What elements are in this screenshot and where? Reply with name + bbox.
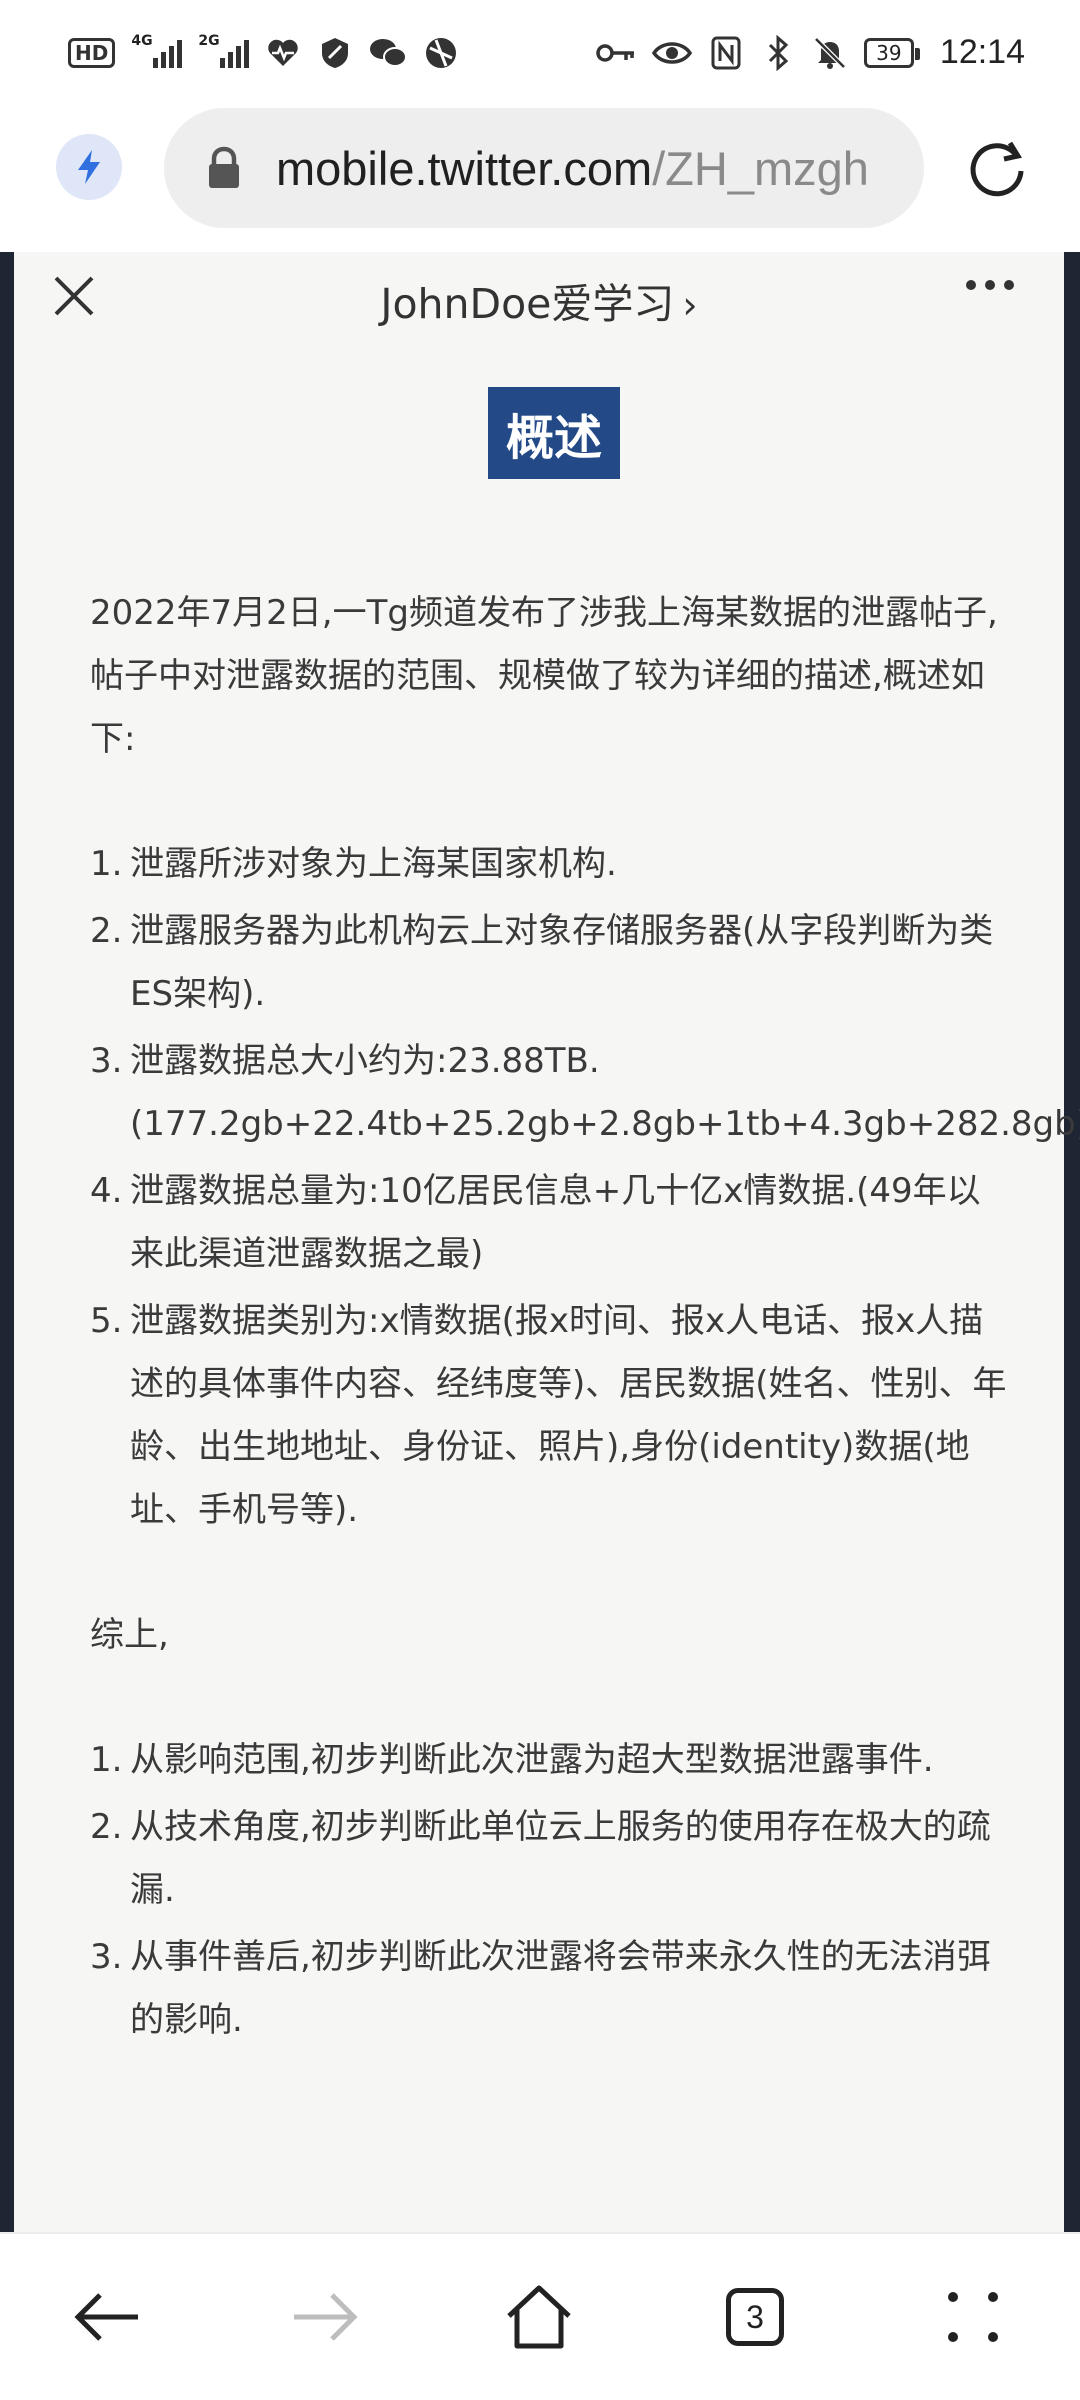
bottom-navigation: 3 xyxy=(0,2232,1080,2400)
findings-list: 1. 泄露所涉对象为上海某国家机构. 2. 泄露服务器为此机构云上对象存储服务器(从… xyxy=(90,833,1080,1542)
back-button[interactable] xyxy=(62,2272,152,2362)
intro-paragraph: 2022年7月2日,一Tg频道发布了涉我上海某数据的泄露帖子,帖子中对泄露数据的… xyxy=(90,593,998,759)
signal-4g-icon: 4G xyxy=(131,33,183,68)
clock: 12:14 xyxy=(939,33,1025,71)
list-text: 泄露所涉对象为上海某国家机构. xyxy=(130,844,617,884)
tab-count-badge: 3 xyxy=(726,2288,784,2346)
list-item: 3. 泄露数据总大小约为:23.88TB.(177.2gb+22.4tb+25.2… xyxy=(90,1030,1080,1156)
key-icon xyxy=(596,33,636,73)
forward-arrow-icon xyxy=(294,2293,358,2341)
article-body: 2022年7月2日,一Tg频道发布了涉我上海某数据的泄露帖子,帖子中对泄露数据的… xyxy=(90,582,1080,2052)
list-item: 5. 泄露数据类别为:x情数据(报x时间、报x人电话、报x人描述的具体事件内容、经… xyxy=(90,1290,1010,1542)
status-left-icons: HD 4G 2G xyxy=(68,33,459,73)
signal-2g-label: 2G xyxy=(198,32,220,49)
list-text: 泄露服务器为此机构云上对象存储服务器(从字段判断为类ES架构). xyxy=(130,911,994,1014)
list-number: 1. xyxy=(90,1740,123,1780)
list-number: 3. xyxy=(90,1937,123,1977)
lightning-button[interactable] xyxy=(56,134,122,200)
bluetooth-icon xyxy=(760,33,796,73)
browser-icon xyxy=(423,33,459,73)
health-icon xyxy=(265,33,301,73)
list-item: 2. 泄露服务器为此机构云上对象存储服务器(从字段判断为类ES架构). xyxy=(90,900,1010,1026)
list-text: 从技术角度,初步判断此单位云上服务的使用存在极大的疏漏. xyxy=(130,1807,991,1910)
eye-icon xyxy=(651,33,692,73)
conclusions-list: 1. 从影响范围,初步判断此次泄露为超大型数据泄露事件. 2. 从技术角度,初步判断… xyxy=(90,1729,1010,2052)
wechat-icon xyxy=(369,33,408,73)
status-bar: HD 4G 2G 39 12:14 xyxy=(0,0,1080,105)
list-item: 1. 泄露所涉对象为上海某国家机构. xyxy=(90,833,1010,896)
mute-icon xyxy=(812,33,848,73)
list-text: 泄露数据类别为:x情数据(报x时间、报x人电话、报x人描述的具体事件内容、经纬度… xyxy=(130,1301,1007,1530)
status-right-icons: 39 12:14 xyxy=(596,33,1025,73)
summary-label: 综上, xyxy=(90,1615,169,1655)
signal-2g-icon: 2G xyxy=(198,33,250,68)
screen: HD 4G 2G 39 12:14 mobile.twitter.com /ZH… xyxy=(0,0,1080,2400)
list-number: 1. xyxy=(90,844,123,884)
url-path: /ZH_mzgh xyxy=(652,141,869,195)
list-number: 3. xyxy=(90,1041,123,1081)
more-options-icon[interactable] xyxy=(966,280,1014,290)
home-icon xyxy=(507,2285,571,2349)
list-text: 泄露数据总大小约为:23.88TB.(177.2gb+22.4tb+25.2gb… xyxy=(130,1041,1080,1144)
signal-4g-label: 4G xyxy=(131,32,153,49)
menu-dots-icon xyxy=(948,2292,998,2342)
reload-icon xyxy=(970,141,1024,197)
lock-icon xyxy=(209,146,239,188)
url-host: mobile.twitter.com xyxy=(276,141,653,195)
lightning-icon xyxy=(78,150,100,184)
list-number: 2. xyxy=(90,911,123,951)
list-number: 5. xyxy=(90,1301,123,1341)
shield-icon xyxy=(317,33,353,73)
nfc-icon xyxy=(708,33,744,73)
back-arrow-icon xyxy=(74,2293,138,2341)
list-text: 从影响范围,初步判断此次泄露为超大型数据泄露事件. xyxy=(130,1740,934,1780)
list-text: 泄露数据总量为:10亿居民信息+几十亿x情数据.(49年以来此渠道泄露数据之最) xyxy=(130,1171,981,1274)
list-item: 1. 从影响范围,初步判断此次泄露为超大型数据泄露事件. xyxy=(90,1729,1010,1792)
page-content: JohnDoe爱学习 › 概述 2022年7月2日,一Tg频道发布了涉我上海某数据… xyxy=(0,252,1080,2232)
list-number: 2. xyxy=(90,1807,123,1847)
address-bar[interactable]: mobile.twitter.com/ZH_mzgh xyxy=(164,108,924,228)
hd-icon: HD xyxy=(68,37,116,68)
article-image: JohnDoe爱学习 › 概述 2022年7月2日,一Tg频道发布了涉我上海某数据… xyxy=(14,252,1080,2232)
tabs-button[interactable]: 3 xyxy=(710,2272,800,2362)
browser-toolbar: mobile.twitter.com/ZH_mzgh xyxy=(0,105,1080,235)
battery-icon: 39 xyxy=(863,37,920,68)
forward-button[interactable] xyxy=(280,2272,370,2362)
post-header: JohnDoe爱学习 › xyxy=(14,252,1064,348)
home-button[interactable] xyxy=(494,2272,584,2362)
list-text: 从事件善后,初步判断此次泄露将会带来永久性的无法消弭的影响. xyxy=(130,1937,991,2040)
post-author-title[interactable]: JohnDoe爱学习 › xyxy=(14,270,1064,330)
list-number: 4. xyxy=(90,1171,123,1211)
list-item: 3. 从事件善后,初步判断此次泄露将会带来永久性的无法消弭的影响. xyxy=(90,1926,1010,2052)
menu-button[interactable] xyxy=(928,2272,1018,2362)
author-name: JohnDoe爱学习 xyxy=(380,280,675,328)
reload-button[interactable] xyxy=(964,135,1030,201)
section-badge: 概述 xyxy=(488,387,620,479)
list-item: 4. 泄露数据总量为:10亿居民信息+几十亿x情数据.(49年以来此渠道泄露数据之… xyxy=(90,1160,1010,1286)
chevron-right-icon: › xyxy=(682,283,698,327)
list-item: 2. 从技术角度,初步判断此单位云上服务的使用存在极大的疏漏. xyxy=(90,1796,1010,1922)
